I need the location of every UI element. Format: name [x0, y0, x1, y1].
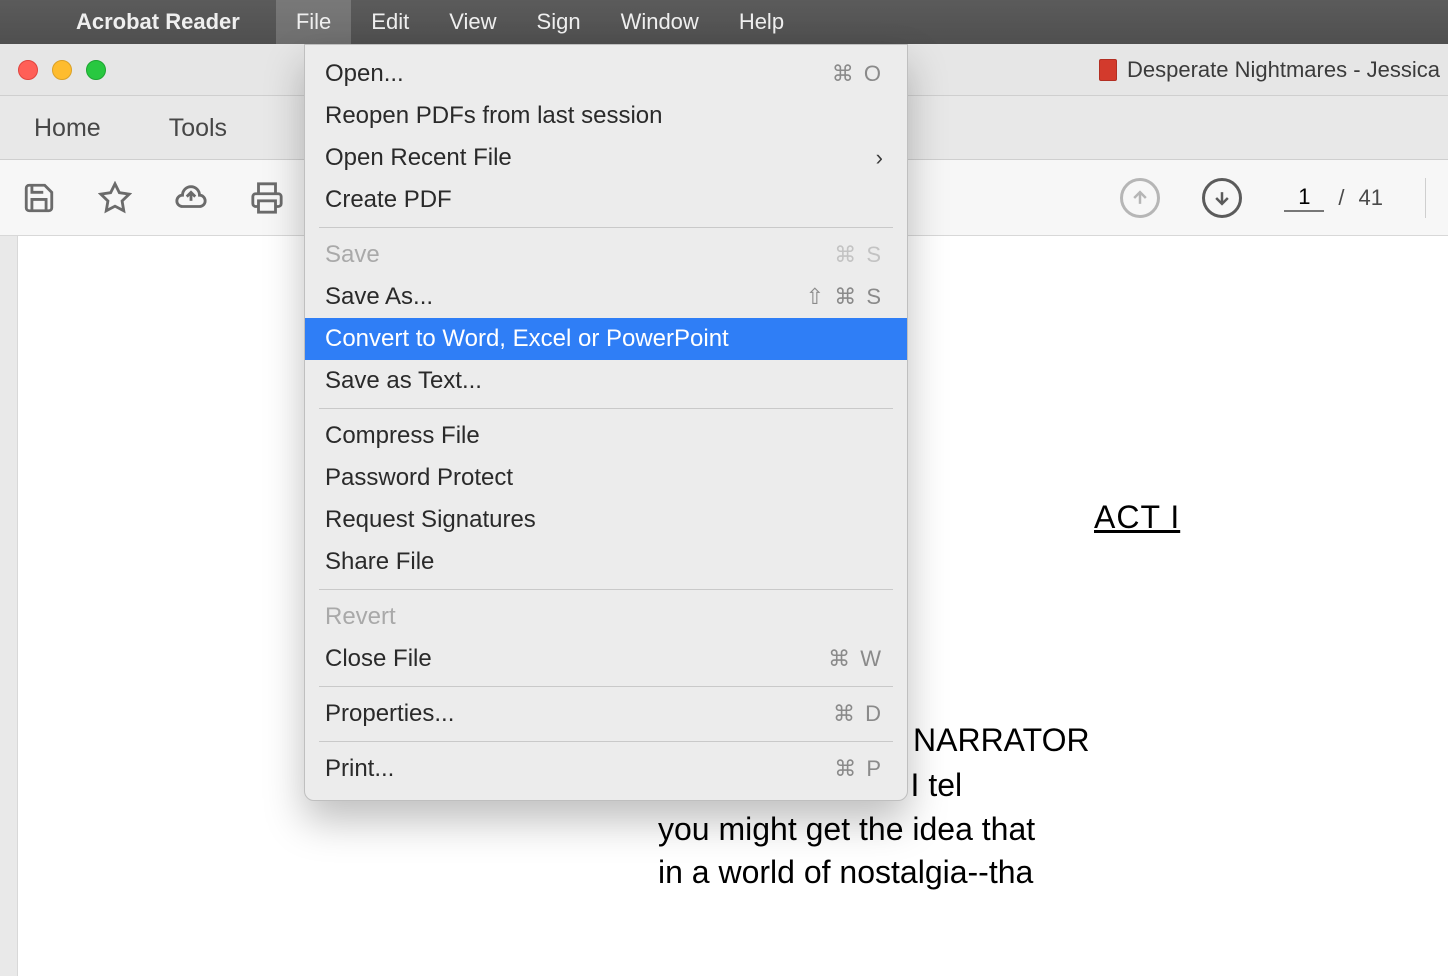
menu-label: Share File: [325, 548, 434, 576]
toolbar-divider: [1425, 178, 1426, 218]
close-window-button[interactable]: [18, 60, 38, 80]
menu-separator: [319, 741, 893, 742]
menu-separator: [319, 227, 893, 228]
page-sep: /: [1338, 185, 1344, 211]
menu-item-close-file[interactable]: Close File ⌘ W: [305, 638, 907, 680]
star-icon[interactable]: [98, 181, 132, 215]
menu-item-compress[interactable]: Compress File: [305, 415, 907, 457]
minimize-window-button[interactable]: [52, 60, 72, 80]
menu-edit[interactable]: Edit: [351, 0, 429, 44]
page-down-button[interactable]: [1202, 178, 1242, 218]
menu-label: Reopen PDFs from last session: [325, 102, 662, 130]
menu-item-password-protect[interactable]: Password Protect: [305, 457, 907, 499]
menu-label: Save As...: [325, 283, 433, 311]
menu-label: Open Recent File: [325, 144, 512, 172]
page-indicator: / 41: [1284, 184, 1383, 212]
zoom-window-button[interactable]: [86, 60, 106, 80]
menu-sign[interactable]: Sign: [517, 0, 601, 44]
script-line: in a world of nostalgia--tha: [658, 851, 1448, 894]
menu-label: Revert: [325, 603, 396, 631]
window-title-text: Desperate Nightmares - Jessica: [1127, 57, 1440, 83]
menu-shortcut: ⇧ ⌘ S: [806, 284, 883, 310]
save-icon[interactable]: [22, 181, 56, 215]
menu-file[interactable]: File: [276, 0, 351, 44]
system-menubar: Acrobat Reader File Edit View Sign Windo…: [0, 0, 1448, 44]
menu-label: Close File: [325, 645, 432, 673]
chevron-right-icon: ›: [876, 145, 883, 171]
menu-item-share-file[interactable]: Share File: [305, 541, 907, 583]
page-up-button[interactable]: [1120, 178, 1160, 218]
act-title: ACT I: [1094, 496, 1448, 539]
menu-item-create-pdf[interactable]: Create PDF: [305, 179, 907, 221]
menu-label: Open...: [325, 60, 404, 88]
menu-shortcut: ⌘ O: [832, 61, 883, 87]
page-total: 41: [1359, 185, 1383, 211]
menu-separator: [319, 686, 893, 687]
menu-window[interactable]: Window: [601, 0, 719, 44]
menu-separator: [319, 589, 893, 590]
menu-label: Properties...: [325, 700, 454, 728]
tab-home[interactable]: Home: [0, 96, 135, 160]
menu-label: Convert to Word, Excel or PowerPoint: [325, 325, 729, 353]
left-gutter: [0, 236, 18, 976]
menu-help[interactable]: Help: [719, 0, 804, 44]
menu-item-open[interactable]: Open... ⌘ O: [305, 53, 907, 95]
narrator-label: NARRATOR: [913, 719, 1448, 762]
menu-item-save: Save ⌘ S: [305, 234, 907, 276]
menu-label: Request Signatures: [325, 506, 536, 534]
pdf-file-icon: [1099, 59, 1117, 81]
app-name[interactable]: Acrobat Reader: [76, 9, 240, 35]
menu-shortcut: ⌘ D: [833, 701, 883, 727]
menu-item-revert: Revert: [305, 596, 907, 638]
menu-label: Password Protect: [325, 464, 513, 492]
menu-item-properties[interactable]: Properties... ⌘ D: [305, 693, 907, 735]
menu-item-print[interactable]: Print... ⌘ P: [305, 748, 907, 790]
menu-label: Save: [325, 241, 380, 269]
file-menu-dropdown: Open... ⌘ O Reopen PDFs from last sessio…: [304, 44, 908, 801]
menu-item-save-as-text[interactable]: Save as Text...: [305, 360, 907, 402]
menu-view[interactable]: View: [429, 0, 516, 44]
menu-label: Print...: [325, 755, 394, 783]
menu-shortcut: ⌘ S: [834, 242, 883, 268]
menu-label: Compress File: [325, 422, 480, 450]
menu-item-request-signatures[interactable]: Request Signatures: [305, 499, 907, 541]
tab-tools[interactable]: Tools: [135, 96, 261, 160]
menu-item-reopen[interactable]: Reopen PDFs from last session: [305, 95, 907, 137]
menu-shortcut: ⌘ W: [828, 646, 883, 672]
print-icon[interactable]: [250, 181, 284, 215]
menu-separator: [319, 408, 893, 409]
menu-item-convert[interactable]: Convert to Word, Excel or PowerPoint: [305, 318, 907, 360]
menu-label: Save as Text...: [325, 367, 482, 395]
page-number-input[interactable]: [1284, 184, 1324, 212]
traffic-lights: [18, 60, 106, 80]
menu-item-save-as[interactable]: Save As... ⇧ ⌘ S: [305, 276, 907, 318]
script-line: you might get the idea that: [658, 808, 1448, 851]
menu-item-open-recent[interactable]: Open Recent File ›: [305, 137, 907, 179]
cloud-upload-icon[interactable]: [174, 181, 208, 215]
menu-label: Create PDF: [325, 186, 452, 214]
menu-shortcut: ⌘ P: [834, 756, 883, 782]
